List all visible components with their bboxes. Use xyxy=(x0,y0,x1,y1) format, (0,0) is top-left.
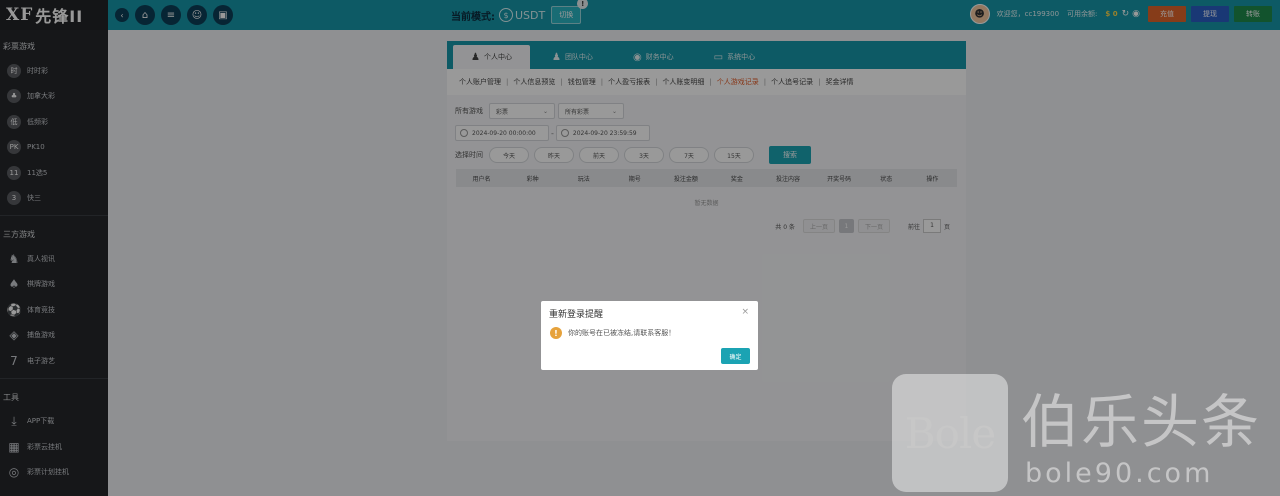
watermark-logo: Bole xyxy=(892,374,1008,492)
confirm-button[interactable]: 确定 xyxy=(721,348,750,364)
modal-body: ! 你的账号在已被冻结,请联系客服！ xyxy=(550,327,675,339)
close-icon[interactable]: × xyxy=(741,307,749,317)
watermark-name: 伯乐头条 xyxy=(1021,388,1262,456)
relogin-modal: 重新登录提醒 × ! 你的账号在已被冻结,请联系客服！ 确定 xyxy=(541,301,758,370)
watermark-url: bole90.com xyxy=(1025,458,1214,489)
modal-title: 重新登录提醒 xyxy=(549,310,604,320)
watermark-logo-text: Bole xyxy=(904,408,996,458)
watermark: Bole 伯乐头条 bole90.com xyxy=(892,374,1280,496)
modal-message: 你的账号在已被冻结,请联系客服！ xyxy=(568,329,676,337)
warning-icon: ! xyxy=(550,327,562,339)
